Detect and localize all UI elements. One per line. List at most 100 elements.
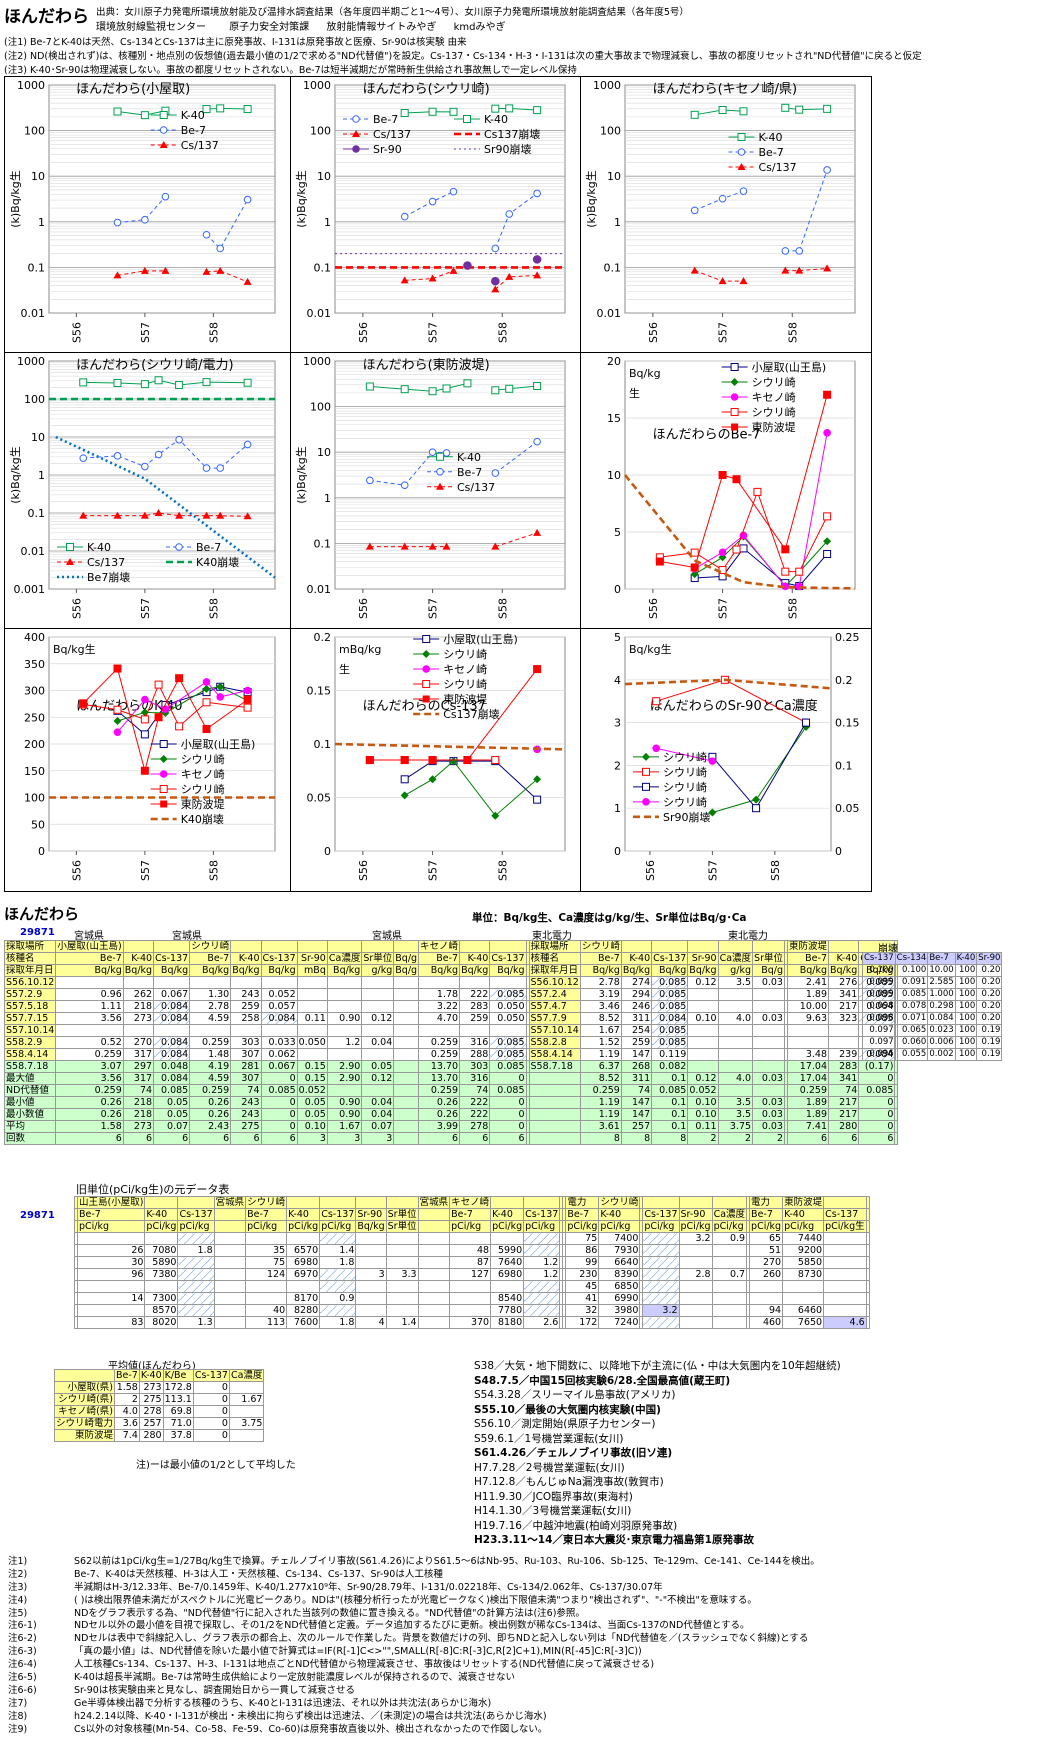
table-cell[interactable]: 307 xyxy=(230,1072,262,1085)
table-cell[interactable] xyxy=(122,940,155,953)
table-cell[interactable]: 0.04 xyxy=(361,1036,395,1049)
table-cell[interactable]: 3.22 xyxy=(418,1000,461,1013)
table-cell[interactable]: 317 xyxy=(122,1072,155,1085)
table-cell[interactable]: Sr-90 xyxy=(687,952,719,965)
table-cell[interactable] xyxy=(326,940,363,953)
table-cell[interactable]: 303 xyxy=(230,1036,262,1049)
table-cell[interactable]: 316 xyxy=(459,1072,491,1085)
table-cell[interactable]: 273 xyxy=(138,1381,164,1394)
table-cell[interactable] xyxy=(449,1280,492,1293)
table-cell[interactable]: S58.2.9 xyxy=(3,1036,57,1049)
table-cell[interactable]: 3.19 xyxy=(579,988,622,1001)
table-cell[interactable]: S57.7.15 xyxy=(3,1012,57,1025)
table-cell[interactable]: 113.1 xyxy=(162,1393,194,1406)
table-cell[interactable]: 0.26 xyxy=(189,1096,232,1109)
table-cell[interactable]: 172.8 xyxy=(162,1381,194,1394)
table-cell[interactable]: 0 xyxy=(858,1108,896,1121)
table-cell[interactable] xyxy=(355,1292,387,1305)
table-cell[interactable]: 3.99 xyxy=(418,1120,461,1133)
table-cell[interactable]: 1.4 xyxy=(385,1316,419,1329)
table-cell[interactable]: 6 xyxy=(153,1132,191,1145)
table-cell[interactable] xyxy=(230,940,262,953)
table-cell[interactable]: 1.48 xyxy=(189,1048,232,1061)
table-cell[interactable] xyxy=(319,1280,357,1293)
table-cell[interactable]: 0.9 xyxy=(319,1292,357,1305)
table-cell[interactable]: 4 xyxy=(355,1316,387,1329)
table-cell[interactable]: 69.8 xyxy=(162,1405,194,1418)
table-cell[interactable]: 7380 xyxy=(144,1268,179,1281)
table-cell[interactable]: 1.89 xyxy=(786,1108,830,1121)
table-cell[interactable]: 7240 xyxy=(598,1316,641,1329)
table-cell[interactable]: 280 xyxy=(138,1429,164,1442)
table-cell[interactable]: Bq/kg xyxy=(786,964,830,977)
table-cell[interactable] xyxy=(417,1256,451,1269)
table-cell[interactable]: 0.082 xyxy=(651,1060,689,1073)
table-cell[interactable]: 0.085 xyxy=(489,1036,527,1049)
table-cell[interactable] xyxy=(642,1256,680,1269)
table-cell[interactable]: 0.15 xyxy=(296,1060,328,1073)
table-cell[interactable] xyxy=(177,1256,215,1269)
table-cell[interactable] xyxy=(449,1304,492,1317)
table-cell[interactable]: 8 xyxy=(579,1132,622,1145)
table-cell[interactable] xyxy=(642,1316,680,1329)
table-cell[interactable]: 0.096 xyxy=(862,1048,896,1061)
table-cell[interactable]: 0.065 xyxy=(894,1024,929,1037)
table-cell[interactable]: 7.4 xyxy=(114,1429,140,1442)
table-cell[interactable] xyxy=(393,1060,420,1073)
table-cell[interactable] xyxy=(286,1280,321,1293)
table-cell[interactable]: 124 xyxy=(245,1268,288,1281)
table-cell[interactable]: 8180 xyxy=(490,1316,525,1329)
table-cell[interactable] xyxy=(213,1256,247,1269)
table-cell[interactable]: 2.585 xyxy=(927,976,956,989)
table-cell[interactable]: 275 xyxy=(230,1120,262,1133)
table-cell[interactable]: 0.259 xyxy=(418,1084,461,1097)
table-cell[interactable] xyxy=(523,1280,561,1293)
table-cell[interactable]: 283 xyxy=(459,1000,491,1013)
table-cell[interactable] xyxy=(189,1024,232,1037)
table-cell[interactable] xyxy=(678,1244,713,1257)
table-cell[interactable]: 276 xyxy=(827,976,860,989)
table-cell[interactable] xyxy=(355,1244,387,1257)
table-cell[interactable]: 0.078 xyxy=(894,1000,929,1013)
table-cell[interactable]: 100 xyxy=(954,1036,978,1049)
table-cell[interactable]: 1.19 xyxy=(579,1108,622,1121)
table-cell[interactable]: 0 xyxy=(260,1108,298,1121)
table-cell[interactable]: 6990 xyxy=(598,1292,641,1305)
table-cell[interactable]: 0.12 xyxy=(361,1012,395,1025)
table-cell[interactable]: 172 xyxy=(565,1316,600,1329)
table-cell[interactable]: 8570 xyxy=(144,1304,179,1317)
table-cell[interactable] xyxy=(144,1280,179,1293)
table-cell[interactable]: Bq/kg xyxy=(620,964,653,977)
table-cell[interactable]: 0 xyxy=(489,1120,527,1133)
table-cell[interactable]: 2 xyxy=(114,1393,140,1406)
table-cell[interactable]: 0.19 xyxy=(976,1024,1003,1037)
table-cell[interactable]: 259 xyxy=(459,1012,491,1025)
table-cell[interactable] xyxy=(459,940,491,953)
table-cell[interactable]: Be-7 xyxy=(786,952,830,965)
table-cell[interactable]: 0.084 xyxy=(153,1012,191,1025)
table-cell[interactable] xyxy=(782,1292,825,1305)
table-cell[interactable]: キセノ崎 xyxy=(418,940,461,953)
table-cell[interactable] xyxy=(355,1256,387,1269)
table-cell[interactable]: 0 xyxy=(858,1120,896,1133)
table-cell[interactable]: シウリ崎(県) xyxy=(53,1393,116,1406)
table-cell[interactable]: 0.085 xyxy=(260,1084,298,1097)
table-cell[interactable]: 3.2 xyxy=(678,1232,713,1245)
link-kmd[interactable]: kmdみやぎ xyxy=(454,22,506,33)
table-cell[interactable]: 0.084 xyxy=(927,1012,956,1025)
table-cell[interactable]: 0.057 xyxy=(260,1000,298,1013)
table-cell[interactable]: 0.002 xyxy=(927,1048,956,1061)
table-cell[interactable]: 370 xyxy=(449,1316,492,1329)
table-cell[interactable] xyxy=(153,940,191,953)
table-cell[interactable]: S58.7.18 xyxy=(528,1060,581,1073)
table-cell[interactable]: 260 xyxy=(749,1268,784,1281)
table-cell[interactable]: Be-7 xyxy=(418,952,461,965)
table-cell[interactable]: 0.11 xyxy=(687,1120,719,1133)
table-cell[interactable]: 4.59 xyxy=(189,1012,232,1025)
table-cell[interactable]: 6 xyxy=(418,1132,461,1145)
table-cell[interactable]: 3980 xyxy=(598,1304,641,1317)
table-cell[interactable] xyxy=(749,1292,784,1305)
table-cell[interactable]: 7080 xyxy=(144,1244,179,1257)
table-cell[interactable]: 246 xyxy=(620,1000,653,1013)
table-cell[interactable]: 核種名 xyxy=(528,952,581,965)
